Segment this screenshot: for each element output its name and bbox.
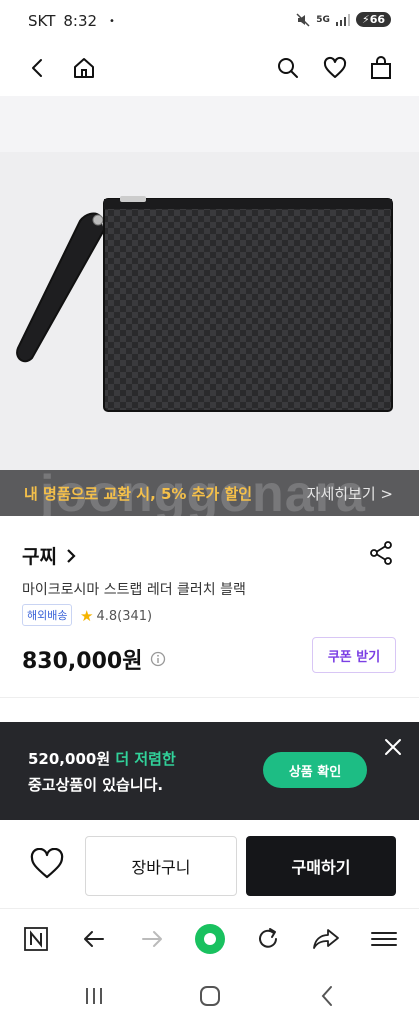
top-header (0, 40, 419, 96)
system-navigation-bar (0, 970, 419, 1024)
battery-level: 66 (369, 13, 385, 26)
chevron-right-icon (67, 548, 76, 563)
forward-arrow-icon[interactable] (136, 923, 168, 955)
trade-in-promo-banner[interactable]: joonggonara 내 명품으로 교환 시, 5% 추가 할인 자세히보기 … (0, 470, 419, 516)
status-carrier: SKT 8:32 • (28, 12, 115, 30)
close-icon[interactable] (382, 736, 404, 758)
rating[interactable]: ★ 4.8(341) (80, 607, 152, 625)
home-button-icon[interactable] (198, 984, 222, 1012)
signal-icon (335, 13, 350, 26)
popup-line-2: 중고상품이 있습니다. (28, 776, 164, 794)
carrier-label: SKT (28, 12, 56, 30)
check-product-button[interactable]: 상품 확인 (263, 752, 367, 788)
search-icon[interactable] (272, 52, 304, 84)
info-icon[interactable] (150, 651, 166, 667)
brand-link[interactable]: 구찌 (22, 542, 77, 569)
mute-icon (296, 12, 310, 27)
notification-dot: • (109, 15, 115, 27)
back-icon[interactable] (22, 52, 54, 84)
product-title: 마이크로시마 스트랩 레더 클러치 블랙 (22, 582, 246, 598)
overseas-shipping-badge: 해외배송 (22, 604, 73, 626)
back-arrow-icon[interactable] (78, 923, 110, 955)
purchase-bar: 장바구니 구매하기 (0, 820, 419, 908)
home-icon[interactable] (68, 52, 100, 84)
status-icons: 5G ⚡66 (296, 12, 391, 27)
product-image[interactable] (0, 96, 419, 472)
menu-icon[interactable] (368, 923, 400, 955)
buy-now-button[interactable]: 구매하기 (246, 836, 396, 896)
divider (0, 697, 419, 698)
system-back-icon[interactable] (316, 984, 340, 1012)
network-label: 5G (316, 14, 330, 25)
promo-more-link[interactable]: 자세히보기 > (307, 483, 393, 504)
price-row: 830,000원 (22, 643, 166, 675)
battery-icon: ⚡66 (355, 12, 391, 27)
price: 830,000원 (22, 649, 143, 674)
star-icon: ★ (80, 607, 94, 625)
share-icon[interactable] (368, 540, 396, 568)
heart-icon[interactable] (319, 52, 351, 84)
naver-icon[interactable] (20, 923, 52, 955)
clock: 8:32 (63, 12, 98, 30)
status-bar: SKT 8:32 • 5G ⚡66 (0, 0, 419, 40)
popup-highlight: 더 저렴한 (115, 750, 176, 768)
wishlist-heart-icon[interactable] (30, 847, 66, 884)
add-to-cart-button[interactable]: 장바구니 (85, 836, 237, 896)
coupon-button[interactable]: 쿠폰 받기 (312, 637, 396, 673)
brand-name: 구찌 (22, 546, 57, 568)
bag-icon[interactable] (365, 52, 397, 84)
rating-value: 4.8(341) (96, 608, 153, 624)
popup-line-1: 520,000원 더 저렴한 (28, 748, 176, 769)
refresh-icon[interactable] (252, 923, 284, 955)
popup-price: 520,000원 (28, 750, 111, 768)
green-home-icon[interactable] (194, 923, 226, 955)
promo-text: 내 명품으로 교환 시, 5% 추가 할인 (24, 485, 253, 503)
browser-toolbar (0, 908, 419, 970)
cheaper-used-popup: 520,000원 더 저렴한 중고상품이 있습니다. 상품 확인 (0, 722, 419, 820)
share-arrow-icon[interactable] (310, 923, 342, 955)
recent-apps-icon[interactable] (82, 984, 106, 1012)
